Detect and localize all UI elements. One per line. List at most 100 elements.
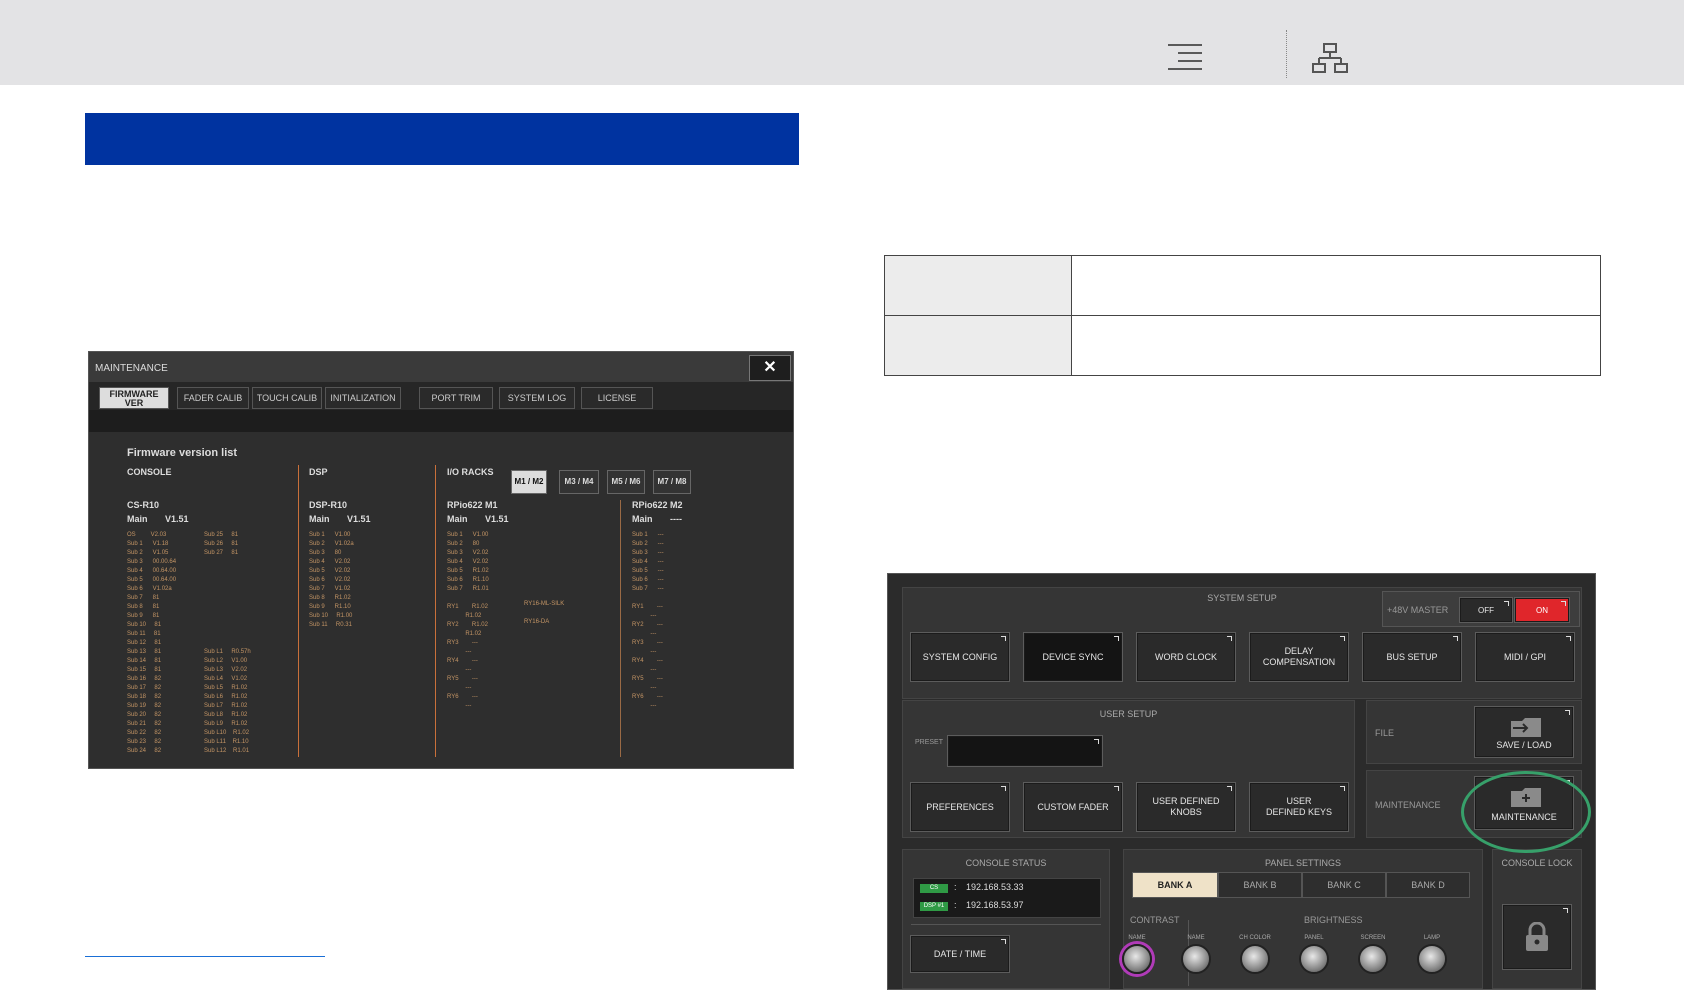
knob-label: LAMP	[1423, 935, 1441, 941]
tab-license[interactable]: LICENSE	[581, 387, 653, 409]
console-sub-list: OS V2.03 Sub 1 V1.18 Sub 2 V1.05 Sub 3 0…	[127, 532, 177, 754]
bank-c-button[interactable]: BANK C	[1302, 872, 1386, 898]
knob-label: PANEL	[1304, 935, 1324, 941]
column-divider	[298, 465, 299, 757]
tab-firmware-ver[interactable]: FIRMWARE VER	[99, 387, 169, 409]
rack2-sub-list: Sub 1 --- Sub 2 --- Sub 3 --- Sub 4 --- …	[632, 532, 664, 709]
phantom-master-box: +48V MASTER OFF ON	[1382, 591, 1580, 627]
lamp-knob[interactable]	[1417, 944, 1447, 974]
status-list: CS : 192.168.53.33 DSP #1 : 192.168.53.9…	[913, 878, 1101, 918]
knob-label: CH COLOR	[1239, 935, 1271, 941]
rack-button-m1-m2[interactable]: M1 / M2	[511, 470, 547, 494]
link-underline	[85, 956, 325, 957]
custom-fader-button[interactable]: CUSTOM FADER	[1023, 782, 1123, 832]
top-toolbar	[0, 0, 1684, 85]
brightness-name-knob[interactable]	[1181, 944, 1211, 974]
bus-setup-button[interactable]: BUS SETUP	[1362, 632, 1462, 682]
knob-label: NAME	[1128, 935, 1146, 941]
brightness-label: BRIGHTNESS	[1304, 915, 1363, 925]
toolbar-divider	[1286, 30, 1287, 78]
save-load-label: SAVE / LOAD	[1496, 740, 1552, 750]
highlight-circle	[1461, 771, 1591, 853]
rack-button-m5-m6[interactable]: M5 / M6	[607, 470, 645, 494]
rack2-model: RPio622 M2	[632, 500, 683, 510]
column-divider	[620, 500, 621, 757]
maintenance-tabs: FIRMWARE VER FADER CALIB TOUCH CALIB INI…	[89, 382, 793, 410]
firmware-list-title: Firmware version list	[127, 447, 238, 459]
folder-icon	[1511, 718, 1541, 737]
preset-label: PRESET	[915, 739, 944, 746]
system-config-button[interactable]: SYSTEM CONFIG	[910, 632, 1010, 682]
tab-subbar	[89, 410, 793, 432]
console-main-version: V1.51	[165, 514, 189, 524]
console-lock-title: CONSOLE LOCK	[1501, 858, 1573, 868]
console-status-title: CONSOLE STATUS	[965, 858, 1047, 868]
io-racks-heading: I/O RACKS	[447, 467, 494, 477]
tab-system-log[interactable]: SYSTEM LOG	[499, 387, 575, 409]
panel-knob[interactable]	[1299, 944, 1329, 974]
close-icon[interactable]: ✕	[749, 355, 791, 381]
rack1-sub-list: Sub 1 V1.00 Sub 2 80 Sub 3 V2.02 Sub 4 V…	[447, 532, 489, 709]
preferences-button[interactable]: PREFERENCES	[910, 782, 1010, 832]
rack2-main-version: ----	[670, 514, 682, 524]
table-row	[884, 255, 1601, 316]
knob-label: NAME	[1187, 935, 1205, 941]
tab-fader-calib[interactable]: FADER CALIB	[177, 387, 249, 409]
dsp-main-label: Main	[309, 514, 330, 524]
rack-button-m3-m4[interactable]: M3 / M4	[559, 470, 599, 494]
rack2-main-label: Main	[632, 514, 653, 524]
file-label: FILE	[1375, 728, 1395, 738]
info-table	[884, 255, 1601, 376]
dsp-main-version: V1.51	[347, 514, 371, 524]
tab-port-trim[interactable]: PORT TRIM	[419, 387, 493, 409]
screen-knob[interactable]	[1358, 944, 1388, 974]
column-divider	[435, 465, 436, 757]
status-badge: DSP #1	[920, 902, 948, 911]
save-load-button[interactable]: SAVE / LOAD	[1474, 706, 1574, 758]
panel-settings-title: PANEL SETTINGS	[1264, 858, 1342, 868]
divider	[911, 924, 1101, 925]
status-separator: :	[954, 900, 957, 910]
status-separator: :	[954, 882, 957, 892]
dsp-sub-list: Sub 1 V1.00 Sub 2 V1.02a Sub 3 80 Sub 4 …	[309, 532, 354, 628]
ch-color-knob[interactable]	[1240, 944, 1270, 974]
user-defined-keys-button[interactable]: USER DEFINED KEYS	[1249, 782, 1349, 832]
midi-gpi-button[interactable]: MIDI / GPI	[1475, 632, 1575, 682]
user-setup-title: USER SETUP	[1099, 709, 1158, 719]
console-lock-button[interactable]	[1502, 904, 1572, 970]
table-row	[884, 315, 1601, 376]
rack-button-m7-m8[interactable]: M7 / M8	[653, 470, 691, 494]
maintenance-window-title: MAINTENANCE	[89, 352, 793, 382]
console-heading: CONSOLE	[127, 467, 172, 477]
tab-touch-calib[interactable]: TOUCH CALIB	[252, 387, 322, 409]
phantom-off-button[interactable]: OFF	[1459, 597, 1513, 623]
sitemap-icon[interactable]	[1312, 43, 1348, 73]
knob-label: SCREEN	[1360, 935, 1386, 941]
date-time-button[interactable]: DATE / TIME	[910, 935, 1010, 973]
bank-a-button[interactable]: BANK A	[1132, 872, 1218, 898]
status-badge: CS	[920, 884, 948, 893]
dsp-model: DSP-R10	[309, 500, 348, 510]
device-sync-button[interactable]: DEVICE SYNC	[1023, 632, 1123, 682]
tab-initialization[interactable]: INITIALIZATION	[325, 387, 401, 409]
dsp-ip: 192.168.53.97	[966, 900, 1024, 910]
maintenance-label: MAINTENANCE	[1375, 800, 1441, 810]
phantom-on-button[interactable]: ON	[1514, 597, 1570, 623]
lock-icon	[1526, 922, 1548, 951]
contrast-label: CONTRAST	[1130, 915, 1180, 925]
preset-field[interactable]	[947, 735, 1103, 767]
rack1-main-label: Main	[447, 514, 468, 524]
dsp-heading: DSP	[309, 467, 328, 477]
console-model: CS-R10	[127, 500, 160, 510]
bank-b-button[interactable]: BANK B	[1218, 872, 1302, 898]
word-clock-button[interactable]: WORD CLOCK	[1136, 632, 1236, 682]
maintenance-window: MAINTENANCE ✕ FIRMWARE VER FADER CALIB T…	[88, 351, 794, 769]
section-heading-bar	[85, 113, 799, 165]
console-main-label: Main	[127, 514, 148, 524]
delay-compensation-button[interactable]: DELAY COMPENSATION	[1249, 632, 1349, 682]
table-of-contents-icon[interactable]	[1168, 44, 1202, 70]
bank-d-button[interactable]: BANK D	[1386, 872, 1470, 898]
contrast-name-knob[interactable]	[1122, 944, 1152, 974]
rack1-main-version: V1.51	[485, 514, 509, 524]
user-defined-knobs-button[interactable]: USER DEFINED KNOBS	[1136, 782, 1236, 832]
